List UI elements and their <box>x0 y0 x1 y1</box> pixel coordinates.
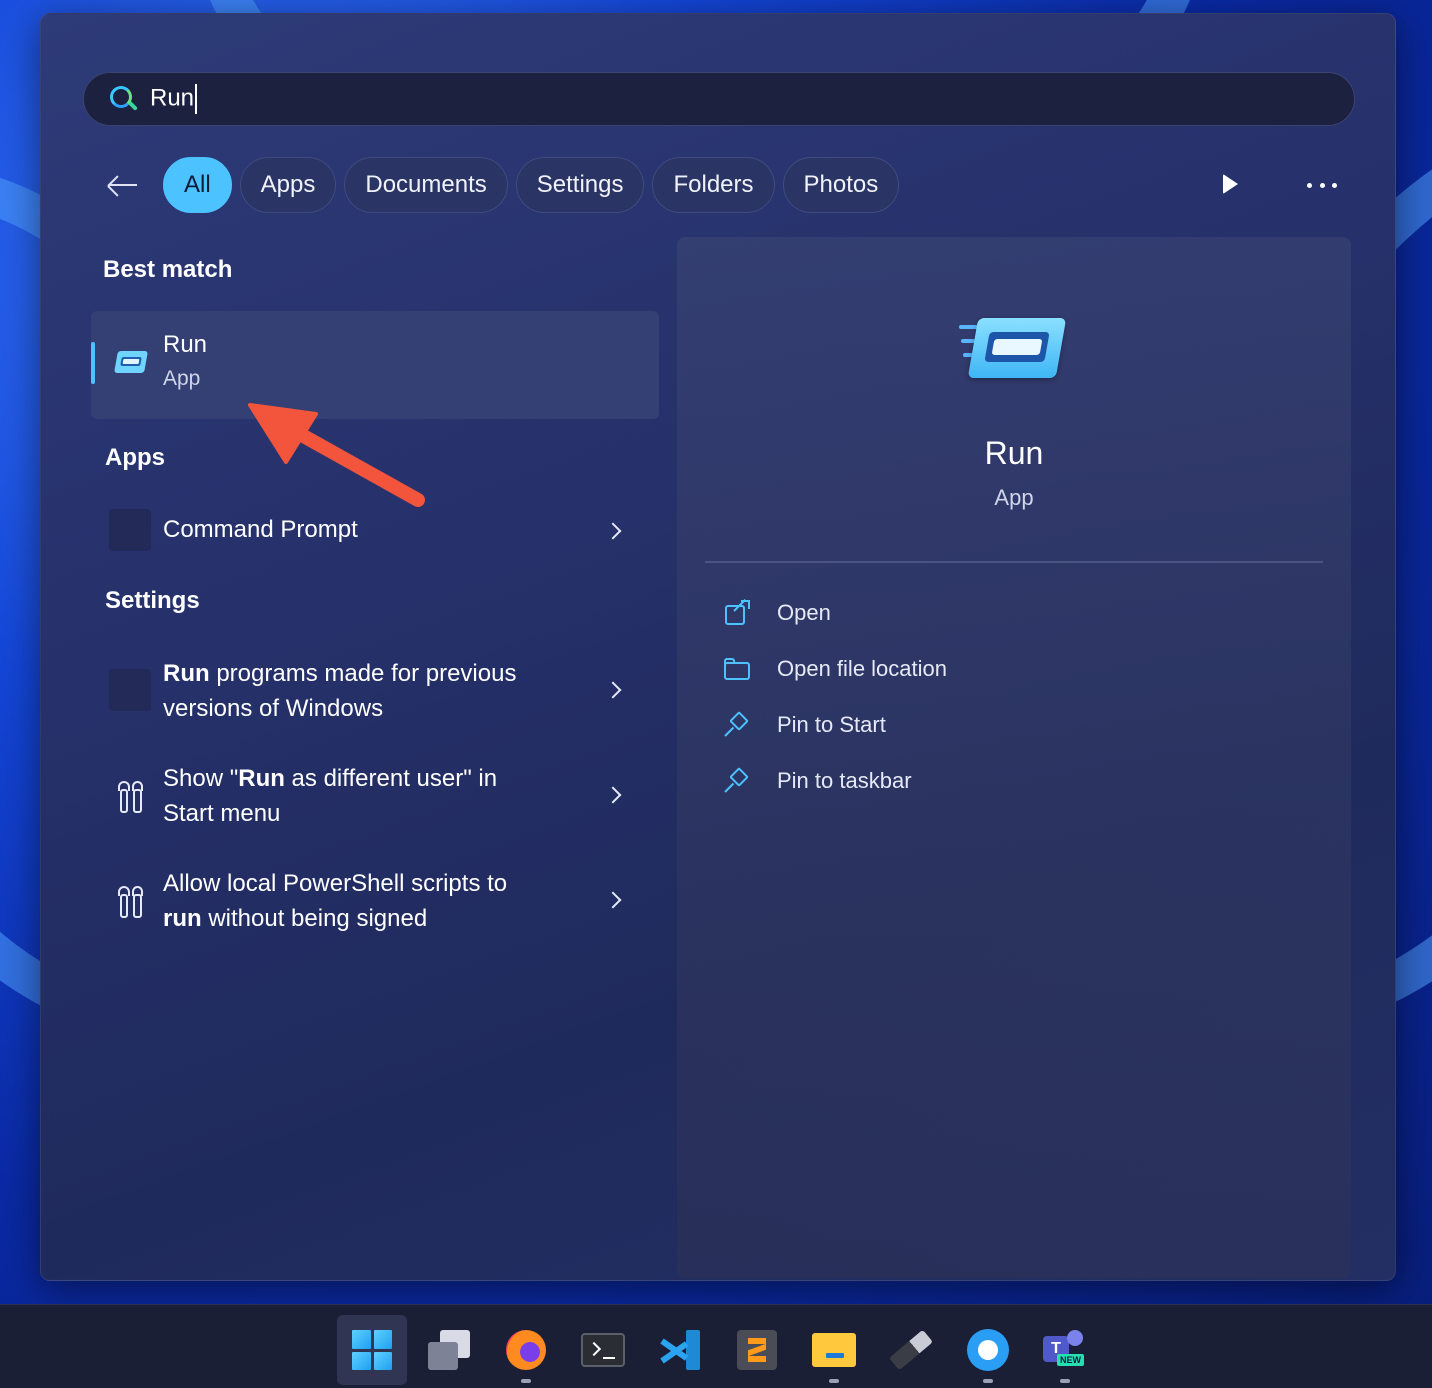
preview-subtitle: App <box>994 485 1034 510</box>
search-icon <box>108 84 138 114</box>
text-caret <box>195 84 198 114</box>
chevron-right-icon <box>604 522 622 540</box>
developer-settings-icon <box>117 886 147 920</box>
snipping-tool-icon[interactable] <box>953 1315 1023 1385</box>
run-app-large-icon <box>959 315 1071 385</box>
teams-icon[interactable]: T NEW <box>1030 1315 1100 1385</box>
folder-icon <box>723 655 751 683</box>
preview-pane: Run App Open Open file location Pin to S… <box>677 237 1351 1278</box>
best-match-subtitle: App <box>163 367 201 390</box>
best-match-heading: Best match <box>103 256 233 283</box>
chevron-right-icon <box>604 891 622 909</box>
run-app-icon <box>113 351 148 375</box>
best-match-result[interactable]: Run App <box>91 311 659 419</box>
settings-result-run-as-different-user[interactable]: Show "Run as different user" in Start me… <box>91 759 659 837</box>
firefox-icon[interactable] <box>491 1315 561 1385</box>
best-match-title: Run <box>163 331 208 358</box>
teams-new-badge: NEW <box>1057 1354 1084 1366</box>
taskbar: T NEW <box>0 1304 1432 1388</box>
selection-indicator <box>91 342 95 384</box>
action-pin-to-start[interactable]: Pin to Start <box>723 707 886 743</box>
preview-divider <box>705 561 1323 563</box>
pin-icon <box>723 711 751 739</box>
action-open-file-location[interactable]: Open file location <box>723 651 947 687</box>
search-panel: Run All Apps Documents Settings Folders … <box>40 13 1396 1281</box>
filter-chip-settings[interactable]: Settings <box>515 157 645 213</box>
apps-heading: Apps <box>105 444 165 471</box>
usb-drive-icon[interactable] <box>876 1315 946 1385</box>
settings-result-label: Show "Run as different user" in Start me… <box>163 765 498 827</box>
filter-chip-documents[interactable]: Documents <box>344 157 508 213</box>
filter-bar: All Apps Documents Settings Folders Phot… <box>103 157 907 213</box>
settings-heading: Settings <box>105 587 200 614</box>
task-view-icon[interactable] <box>414 1315 484 1385</box>
settings-result-powershell-scripts[interactable]: Allow local PowerShell scripts to run wi… <box>91 864 659 942</box>
filter-chip-folders[interactable]: Folders <box>652 157 775 213</box>
filter-chip-photos[interactable]: Photos <box>782 157 900 213</box>
back-arrow-icon[interactable] <box>103 167 139 203</box>
settings-result-label: Run programs made for previous versions … <box>163 660 517 722</box>
action-label: Open file location <box>777 656 947 681</box>
compatibility-settings-icon <box>109 669 151 711</box>
file-explorer-icon[interactable] <box>799 1315 869 1385</box>
search-input[interactable]: Run <box>150 84 198 114</box>
action-open[interactable]: Open <box>723 595 831 631</box>
more-options-icon[interactable] <box>1307 174 1337 196</box>
chevron-right-icon <box>604 786 622 804</box>
open-external-icon <box>723 598 751 627</box>
action-label: Open <box>777 600 831 625</box>
filter-chip-apps[interactable]: Apps <box>239 157 337 213</box>
app-result-command-prompt[interactable]: Command Prompt <box>91 504 659 556</box>
developer-settings-icon <box>117 781 147 815</box>
action-pin-to-taskbar[interactable]: Pin to taskbar <box>723 763 912 799</box>
terminal-icon[interactable] <box>568 1315 638 1385</box>
preview-title: Run <box>984 435 1044 471</box>
action-label: Pin to taskbar <box>777 768 912 793</box>
command-prompt-label: Command Prompt <box>163 516 358 543</box>
search-box[interactable]: Run <box>83 72 1355 126</box>
more-filters-play-icon[interactable] <box>1219 174 1241 196</box>
sublime-text-icon[interactable] <box>722 1315 792 1385</box>
command-prompt-icon <box>109 509 151 551</box>
settings-result-compatibility[interactable]: Run programs made for previous versions … <box>91 654 659 732</box>
chevron-right-icon <box>604 681 622 699</box>
vscode-icon[interactable] <box>645 1315 715 1385</box>
settings-result-label: Allow local PowerShell scripts to run wi… <box>163 870 508 932</box>
filter-chip-all[interactable]: All <box>163 157 232 213</box>
pin-icon <box>723 767 751 795</box>
action-label: Pin to Start <box>777 712 886 737</box>
windows-start-icon[interactable] <box>337 1315 407 1385</box>
